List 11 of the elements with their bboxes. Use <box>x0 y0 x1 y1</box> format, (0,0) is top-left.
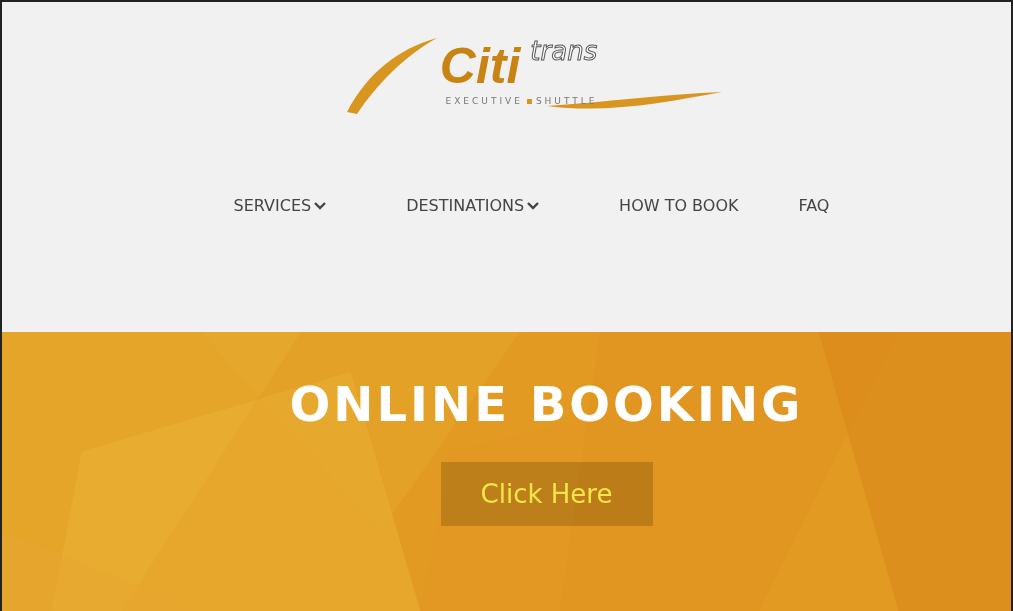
tagline: EXECUTIVE <box>445 96 523 106</box>
tagline: SHUTTLE <box>535 96 598 106</box>
brand-name: Citi <box>438 38 522 94</box>
chevron-icon <box>314 201 327 210</box>
hero-title: ONLINE BOOKING <box>289 376 804 432</box>
brand-suffix: trans <box>530 38 598 64</box>
nav-link[interactable]: SERVICES <box>208 196 352 215</box>
chevron-icon <box>527 201 540 210</box>
nav-link[interactable]: DESTINATIONS <box>381 196 565 215</box>
nav-link[interactable]: FAQ <box>773 196 855 215</box>
nav-link[interactable]: HOW TO BOOK <box>594 196 764 215</box>
